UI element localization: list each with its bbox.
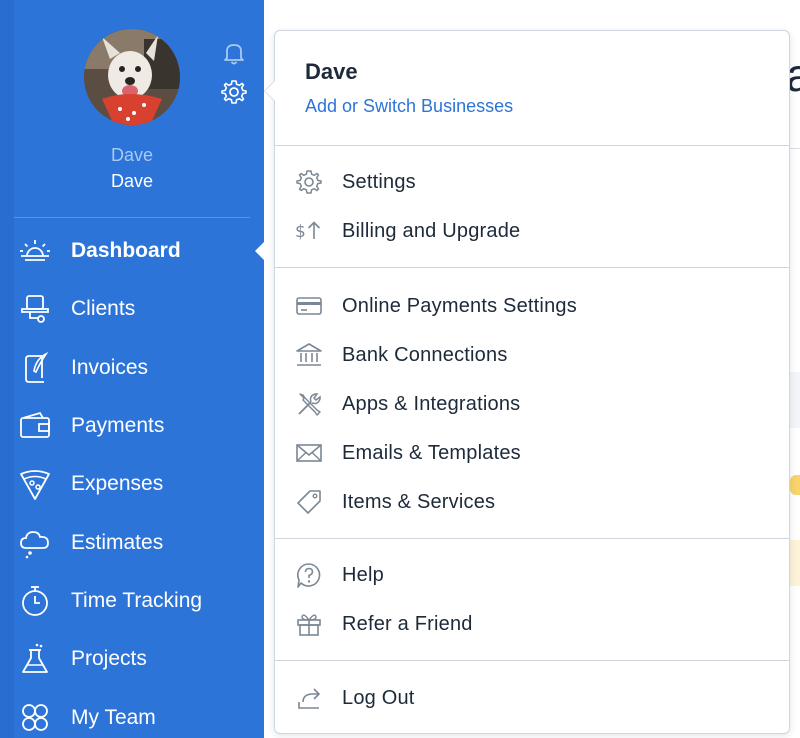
menu-item-label: Items & Services — [342, 490, 496, 513]
account-dropdown: Dave Add or Switch Businesses Settings $… — [264, 30, 790, 734]
logout-arrow-icon — [294, 683, 324, 713]
notifications-button[interactable] — [220, 39, 248, 67]
hat-icon — [18, 292, 52, 326]
stopwatch-icon — [18, 584, 52, 618]
menu-item-label: Billing and Upgrade — [342, 219, 521, 242]
wallet-icon — [18, 409, 52, 443]
menu-item-label: Refer a Friend — [342, 612, 473, 635]
menu-item-label: Settings — [342, 170, 416, 193]
background-badge — [790, 475, 800, 495]
sidebar-item-label: Time Tracking — [71, 588, 203, 612]
envelope-icon — [294, 438, 324, 468]
sidebar-item-label: Dashboard — [71, 239, 181, 263]
flask-icon — [18, 642, 52, 676]
sidebar-item-clients[interactable]: Clients — [0, 280, 264, 338]
gear-icon — [294, 167, 324, 197]
gift-icon — [294, 609, 324, 639]
background-divider — [790, 148, 800, 149]
gear-icon — [221, 80, 247, 104]
sidebar-item-estimates[interactable]: Estimates — [0, 513, 264, 571]
menu-item-label: Emails & Templates — [342, 441, 521, 464]
help-bubble-icon — [294, 560, 324, 590]
menu-item-apps-integrations[interactable]: Apps & Integrations — [275, 382, 789, 426]
dropdown-user-name: Dave — [305, 59, 358, 84]
sidebar-item-my-team[interactable]: My Team — [0, 688, 264, 738]
menu-item-label: Bank Connections — [342, 343, 508, 366]
sidebar-divider — [14, 217, 250, 218]
team-icon — [18, 701, 52, 735]
settings-gear-button[interactable] — [220, 78, 248, 106]
svg-text:$: $ — [295, 222, 306, 242]
sidebar-item-label: Estimates — [71, 530, 164, 554]
sidebar-item-expenses[interactable]: Expenses — [0, 455, 264, 513]
menu-item-online-payments[interactable]: Online Payments Settings — [275, 284, 789, 328]
dropdown-divider — [275, 660, 789, 661]
sidebar-item-dashboard[interactable]: Dashboard — [0, 222, 264, 280]
sidebar-item-label: Expenses — [71, 472, 164, 496]
menu-item-emails-templates[interactable]: Emails & Templates — [275, 431, 789, 475]
sidebar-nav: Dashboard Clients Invoices Payments Expe… — [0, 222, 264, 738]
dropdown-divider — [275, 267, 789, 268]
sidebar-item-label: My Team — [71, 705, 156, 729]
sidebar-item-label: Projects — [71, 647, 147, 671]
user-business-name: Dave — [110, 171, 154, 191]
cloud-icon — [18, 526, 52, 560]
bell-icon — [224, 44, 244, 65]
sidebar: Dave Dave Dashboard Clients Invoices Pay… — [0, 0, 264, 738]
sidebar-item-label: Invoices — [71, 355, 149, 379]
user-name-secondary: Dave — [110, 145, 154, 165]
menu-item-refer-friend[interactable]: Refer a Friend — [275, 602, 789, 646]
pizza-icon — [18, 467, 52, 501]
dropdown-divider — [275, 538, 789, 539]
avatar-photo — [84, 29, 180, 125]
dropdown-divider — [275, 145, 789, 146]
menu-item-billing[interactable]: $ Billing and Upgrade — [275, 209, 789, 253]
menu-item-log-out[interactable]: Log Out — [275, 676, 789, 720]
menu-item-help[interactable]: Help — [275, 553, 789, 597]
sidebar-item-invoices[interactable]: Invoices — [0, 339, 264, 397]
background-panel — [790, 372, 800, 428]
background-banner — [790, 540, 800, 586]
dollar-upgrade-icon: $ — [294, 216, 324, 246]
tools-icon — [294, 389, 324, 419]
bank-icon — [294, 340, 324, 370]
sidebar-item-time-tracking[interactable]: Time Tracking — [0, 572, 264, 630]
sidebar-item-label: Payments — [71, 414, 165, 438]
credit-card-icon — [294, 291, 324, 321]
menu-item-label: Apps & Integrations — [342, 392, 521, 415]
menu-item-settings[interactable]: Settings — [275, 160, 789, 204]
sidebar-item-payments[interactable]: Payments — [0, 397, 264, 455]
sidebar-item-projects[interactable]: Projects — [0, 630, 264, 688]
avatar[interactable] — [84, 29, 180, 125]
sidebar-item-label: Clients — [71, 297, 136, 321]
menu-item-label: Online Payments Settings — [342, 294, 577, 317]
quill-scroll-icon — [18, 351, 52, 385]
menu-item-items-services[interactable]: Items & Services — [275, 480, 789, 524]
switch-business-link[interactable]: Add or Switch Businesses — [305, 96, 513, 117]
menu-item-label: Help — [342, 563, 384, 586]
menu-item-label: Log Out — [342, 686, 415, 709]
sunrise-icon — [18, 234, 52, 268]
menu-item-bank-connections[interactable]: Bank Connections — [275, 333, 789, 377]
tag-icon — [294, 487, 324, 517]
dropdown-caret-fill — [265, 81, 275, 101]
